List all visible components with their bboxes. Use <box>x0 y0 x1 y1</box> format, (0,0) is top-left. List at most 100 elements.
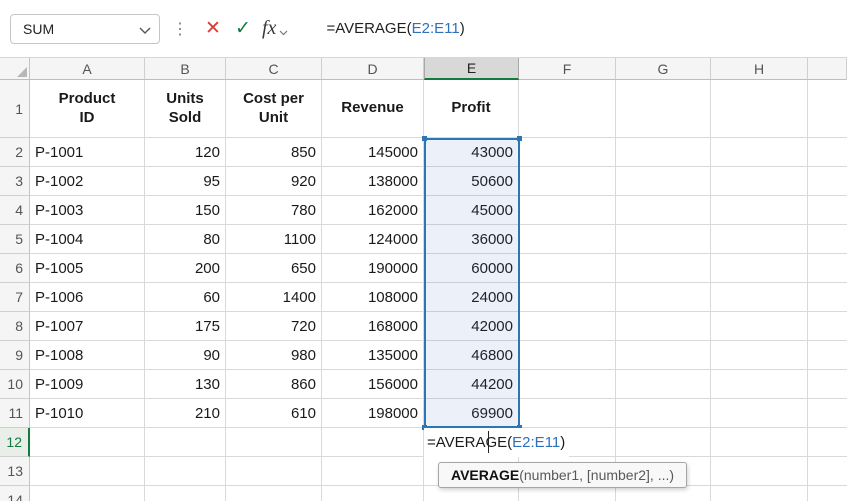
row-header[interactable]: 1 <box>0 80 30 138</box>
cell[interactable]: 120 <box>145 138 226 167</box>
cell[interactable]: 850 <box>226 138 322 167</box>
cell[interactable]: 124000 <box>322 225 424 254</box>
cell[interactable] <box>616 196 711 225</box>
cell[interactable] <box>519 370 616 399</box>
cell[interactable]: 108000 <box>322 283 424 312</box>
column-header-g[interactable]: G <box>616 58 711 80</box>
cell[interactable] <box>711 486 808 501</box>
cell[interactable] <box>30 486 145 501</box>
cell[interactable]: P-1003 <box>30 196 145 225</box>
cell[interactable] <box>30 428 145 457</box>
cell[interactable] <box>711 80 808 138</box>
cell[interactable]: 650 <box>226 254 322 283</box>
cell[interactable] <box>30 457 145 486</box>
row-header[interactable]: 4 <box>0 196 30 225</box>
cell[interactable] <box>711 225 808 254</box>
cell-edit-formula[interactable]: =AVERAGE(E2:E11) <box>424 428 570 457</box>
cell[interactable] <box>322 486 424 501</box>
cell[interactable]: P-1010 <box>30 399 145 428</box>
cell[interactable] <box>616 167 711 196</box>
cell[interactable] <box>711 312 808 341</box>
cell[interactable] <box>616 254 711 283</box>
column-header-d[interactable]: D <box>322 58 424 80</box>
cell[interactable]: 198000 <box>322 399 424 428</box>
cell[interactable]: 150 <box>145 196 226 225</box>
cell[interactable]: 175 <box>145 312 226 341</box>
cell[interactable]: P-1007 <box>30 312 145 341</box>
cell[interactable] <box>519 341 616 370</box>
cell[interactable] <box>711 341 808 370</box>
cell[interactable]: Cost per Unit <box>226 80 322 138</box>
enter-button[interactable]: ✓ <box>228 14 258 44</box>
cell[interactable]: 780 <box>226 196 322 225</box>
cell[interactable]: 145000 <box>322 138 424 167</box>
drag-handle-icon[interactable]: ⋮ <box>172 19 188 39</box>
cell[interactable]: P-1006 <box>30 283 145 312</box>
column-header-e[interactable]: E <box>424 58 519 80</box>
row-header[interactable]: 10 <box>0 370 30 399</box>
row-header[interactable]: 13 <box>0 457 30 486</box>
row-header[interactable]: 9 <box>0 341 30 370</box>
cell[interactable] <box>616 225 711 254</box>
cell[interactable]: P-1002 <box>30 167 145 196</box>
cell[interactable] <box>519 80 616 138</box>
cell[interactable] <box>616 80 711 138</box>
cell[interactable] <box>808 138 847 167</box>
column-header-f[interactable]: F <box>519 58 616 80</box>
cell[interactable]: 42000 <box>424 312 519 341</box>
cell[interactable]: 24000 <box>424 283 519 312</box>
cell[interactable]: 90 <box>145 341 226 370</box>
cell[interactable] <box>616 486 711 501</box>
insert-function-button[interactable]: fx <box>258 14 292 44</box>
cell[interactable] <box>145 457 226 486</box>
cell[interactable] <box>808 341 847 370</box>
cell[interactable] <box>616 283 711 312</box>
cell[interactable] <box>616 312 711 341</box>
cell[interactable] <box>616 399 711 428</box>
cell[interactable] <box>616 370 711 399</box>
cell[interactable] <box>322 428 424 457</box>
cell[interactable] <box>808 283 847 312</box>
cell[interactable]: 190000 <box>322 254 424 283</box>
cell[interactable] <box>808 370 847 399</box>
cell[interactable]: 156000 <box>322 370 424 399</box>
cell[interactable] <box>145 486 226 501</box>
cell[interactable]: 860 <box>226 370 322 399</box>
cell[interactable] <box>519 283 616 312</box>
cell[interactable] <box>616 138 711 167</box>
cell[interactable]: 80 <box>145 225 226 254</box>
column-header-b[interactable]: B <box>145 58 226 80</box>
cell[interactable]: 60 <box>145 283 226 312</box>
cell[interactable] <box>519 196 616 225</box>
column-header-c[interactable]: C <box>226 58 322 80</box>
cell[interactable] <box>322 457 424 486</box>
row-header[interactable]: 5 <box>0 225 30 254</box>
cell[interactable]: 46800 <box>424 341 519 370</box>
cell[interactable] <box>226 457 322 486</box>
cell[interactable]: 162000 <box>322 196 424 225</box>
cell[interactable]: 130 <box>145 370 226 399</box>
cell[interactable] <box>711 399 808 428</box>
cell[interactable]: P-1009 <box>30 370 145 399</box>
cell[interactable] <box>226 428 322 457</box>
cell[interactable] <box>711 370 808 399</box>
cell[interactable]: 200 <box>145 254 226 283</box>
cell[interactable]: 920 <box>226 167 322 196</box>
cell[interactable]: P-1005 <box>30 254 145 283</box>
cell[interactable]: 138000 <box>322 167 424 196</box>
cell[interactable] <box>808 428 847 457</box>
cell[interactable]: 135000 <box>322 341 424 370</box>
row-header[interactable]: 3 <box>0 167 30 196</box>
cell[interactable]: 980 <box>226 341 322 370</box>
cell[interactable] <box>424 486 519 501</box>
cell[interactable] <box>808 312 847 341</box>
cell[interactable]: 720 <box>226 312 322 341</box>
cell[interactable] <box>808 399 847 428</box>
row-header[interactable]: 6 <box>0 254 30 283</box>
cell[interactable]: 60000 <box>424 254 519 283</box>
cell[interactable]: Product ID <box>30 80 145 138</box>
cell[interactable] <box>145 428 226 457</box>
cell[interactable] <box>808 457 847 486</box>
cell[interactable] <box>519 138 616 167</box>
cell[interactable] <box>519 399 616 428</box>
